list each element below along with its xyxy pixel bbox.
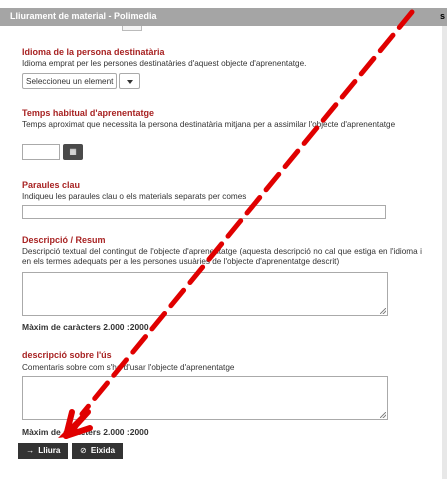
keywords-input[interactable] (22, 205, 386, 219)
exit-button[interactable]: ⊘ Eixida (72, 443, 123, 459)
language-select[interactable]: Seleccioneu un element (22, 73, 117, 89)
cancel-circle-icon: ⊘ (80, 446, 87, 455)
description-help: Descripció textual del contingut de l'ob… (22, 247, 422, 266)
window-edge-letter: s (439, 11, 445, 21)
chevron-down-icon[interactable] (119, 73, 140, 89)
usage-max-chars: Màxim de caràcters 2.000 :2000 (22, 427, 149, 437)
learning-time-label: Temps habitual d'aprenentatge (22, 108, 154, 118)
usage-label: descripció sobre l'ús (22, 350, 112, 360)
learning-time-input[interactable] (22, 144, 60, 160)
submit-button-label: Lliura (38, 446, 61, 455)
keywords-label: Paraules clau (22, 180, 81, 190)
submit-button[interactable]: → Lliura (18, 443, 69, 459)
usage-help: Comentaris sobre com s'ha d'usar l'objec… (22, 363, 235, 372)
usage-textarea[interactable] (22, 376, 388, 420)
window-title: Lliurament de material - Polimedia (10, 11, 157, 21)
description-max-chars: Màxim de caràcters 2.000 :2000 (22, 322, 149, 332)
arrow-right-icon: → (26, 446, 35, 455)
window-titlebar: Lliurament de material - Polimedia s (0, 8, 447, 26)
keywords-help: Indiqueu les paraules clau o els materia… (22, 192, 247, 201)
collapsed-tab (122, 26, 142, 31)
description-label: Descripció / Resum (22, 235, 106, 245)
language-help: Idioma emprat per les persones destinatà… (22, 59, 307, 68)
calendar-icon[interactable]: ▦ (63, 144, 83, 160)
language-label: Idioma de la persona destinatària (22, 47, 165, 57)
scrollbar[interactable] (442, 26, 447, 479)
description-textarea[interactable] (22, 272, 388, 316)
resize-grip-icon[interactable] (380, 412, 386, 418)
exit-button-label: Eixida (90, 446, 115, 455)
learning-time-help: Temps aproximat que necessita la persona… (22, 120, 396, 129)
resize-grip-icon[interactable] (380, 308, 386, 314)
